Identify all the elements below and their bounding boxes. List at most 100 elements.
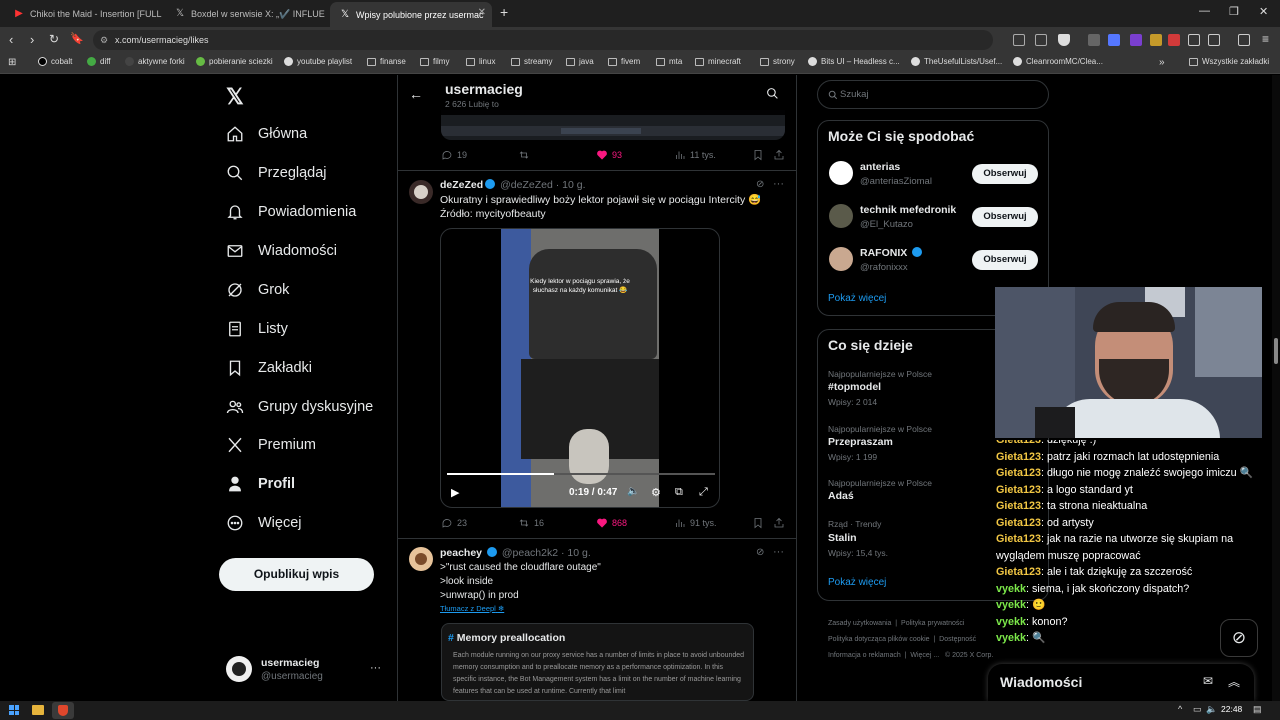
tab-boxdel[interactable]: 𝕏 Boxdel w serwisie X: „✔️ INFLUEN — [165, 3, 325, 25]
messages-drawer[interactable]: Wiadomości ✉ ︽ — [988, 664, 1254, 701]
post-author[interactable]: deZeZed — [440, 179, 483, 191]
post-handle[interactable]: @deZeZed — [500, 179, 553, 191]
close-tab-icon[interactable]: ✕ — [478, 7, 486, 18]
video-progress-track[interactable] — [447, 473, 715, 475]
sidebar-item-premium[interactable]: Premium — [226, 433, 316, 457]
bookmark-folder-java[interactable]: java — [566, 57, 594, 66]
wallet-icon[interactable] — [1238, 34, 1250, 46]
window-close-icon[interactable]: ✕ — [1259, 5, 1268, 18]
post-menu-icon[interactable]: ··· — [773, 546, 784, 558]
bookmark-bits-ui[interactable]: Bits UI – Headless c... — [808, 57, 900, 66]
new-tab-button[interactable]: + — [500, 5, 508, 19]
settings-icon[interactable]: ⚙ — [651, 486, 661, 499]
grok-icon[interactable]: ⊘ — [756, 179, 764, 190]
avatar[interactable] — [226, 656, 252, 682]
avatar[interactable] — [409, 547, 433, 571]
sidebar-item-lists[interactable]: Listy — [226, 317, 288, 341]
bookmark-aktywne-forki[interactable]: aktywne forki — [125, 57, 185, 66]
sidebar-item-more[interactable]: Więcej — [226, 511, 302, 535]
search-input[interactable]: Szukaj — [817, 80, 1049, 109]
sidebar-item-notifications[interactable]: Powiadomienia — [226, 200, 356, 224]
fullscreen-icon[interactable]: ⤢ — [699, 486, 708, 499]
suggest-name[interactable]: technik mefedronik — [860, 204, 956, 216]
bookmark-folder-finanse[interactable]: finanse — [367, 57, 406, 66]
back-icon[interactable]: ‹ — [9, 33, 13, 46]
tray-chevron-icon[interactable]: ^ — [1178, 704, 1182, 714]
account-menu-icon[interactable]: ··· — [370, 662, 381, 674]
footer-link[interactable]: Polityka dotycząca plików cookie — [828, 636, 930, 643]
repost-button[interactable]: 16 — [518, 517, 544, 529]
sidebar-item-profile[interactable]: Profil — [226, 472, 295, 496]
reload-icon[interactable]: ↻ — [49, 33, 59, 46]
cast-icon[interactable] — [1013, 34, 1025, 46]
reply-button[interactable]: 19 — [441, 149, 467, 161]
suggest-name[interactable]: anterias — [860, 161, 900, 173]
footer-link[interactable]: Więcej ... — [910, 652, 939, 659]
avatar[interactable] — [829, 247, 853, 271]
extension-icon[interactable] — [1150, 34, 1162, 46]
notification-icon[interactable]: ▤ — [1253, 704, 1262, 715]
sidebar-item-explore[interactable]: Przeglądaj — [226, 161, 327, 185]
url-bar[interactable]: ⚙ x.com/usermacieg/likes — [93, 30, 993, 50]
share-icon[interactable] — [773, 149, 785, 161]
views-button[interactable]: 91 tys. — [674, 517, 717, 529]
video-player[interactable]: Kiedy lektor w pociągu sprawia, że słuch… — [440, 228, 720, 508]
footer-link[interactable]: Polityka prywatności — [901, 620, 964, 627]
page-scrollbar[interactable] — [1272, 75, 1280, 701]
trends-show-more-link[interactable]: Pokaż więcej — [828, 577, 886, 588]
post-author[interactable]: peachey — [440, 547, 482, 559]
trend-name[interactable]: Przepraszam — [828, 436, 893, 448]
sidebar-icon[interactable] — [1208, 34, 1220, 46]
scrollbar-thumb[interactable] — [1274, 338, 1278, 364]
bookmark-cleanroom[interactable]: CleanroomMC/Clea... — [1013, 57, 1103, 66]
like-button[interactable]: 868 — [596, 517, 627, 529]
bookmark-folder-filmy[interactable]: filmy — [420, 57, 449, 66]
bookmark-folder-linux[interactable]: linux — [466, 57, 495, 66]
trend-name[interactable]: Adaś — [828, 490, 854, 502]
repost-button[interactable] — [518, 149, 534, 161]
post-time[interactable]: · 10 g. — [556, 179, 586, 191]
like-button[interactable]: 93 — [596, 149, 622, 161]
bookmark-pobieranie[interactable]: pobieranie sciezki — [196, 57, 273, 66]
minimize-icon[interactable]: — — [1199, 5, 1210, 17]
pip-icon[interactable]: ⧉ — [675, 486, 683, 499]
views-button[interactable]: 11 tys. — [674, 149, 716, 161]
site-info-icon[interactable]: ⚙ — [100, 30, 108, 50]
avatar[interactable] — [829, 204, 853, 228]
volume-icon[interactable]: 🔈 — [627, 486, 639, 497]
extension-icon[interactable] — [1168, 34, 1180, 46]
share-icon[interactable] — [773, 517, 785, 529]
bookmark-cobalt[interactable]: cobalt — [38, 57, 72, 66]
bookmark-folder-fivem[interactable]: fivem — [608, 57, 640, 66]
embedded-image[interactable]: # Memory preallocation Each module runni… — [441, 623, 754, 701]
share-icon[interactable] — [1035, 34, 1047, 46]
brave-shield-icon[interactable] — [1058, 34, 1070, 46]
bookmark-youtube-playlist[interactable]: youtube playlist — [284, 57, 352, 66]
post-menu-icon[interactable]: ··· — [773, 178, 784, 190]
all-bookmarks-folder[interactable]: Wszystkie zakładki — [1189, 57, 1269, 66]
restore-icon[interactable]: ❐ — [1229, 5, 1239, 18]
sidebar-item-grok[interactable]: Grok — [226, 278, 289, 302]
extension-icon[interactable] — [1088, 34, 1100, 46]
more-bookmarks-icon[interactable]: » — [1159, 57, 1165, 68]
follow-button[interactable]: Obserwuj — [972, 250, 1038, 270]
forward-icon[interactable]: › — [30, 33, 34, 46]
bookmark-folder-streamy[interactable]: streamy — [511, 57, 552, 66]
file-explorer-icon[interactable] — [32, 705, 44, 715]
network-icon[interactable]: ▭ — [1193, 704, 1202, 715]
post-time[interactable]: · 10 g. — [561, 547, 591, 559]
bookmark-icon[interactable] — [752, 149, 764, 161]
follow-button[interactable]: Obserwuj — [972, 207, 1038, 227]
bookmark-page-icon[interactable]: 🔖 — [70, 33, 84, 46]
menu-icon[interactable]: ≡ — [1262, 32, 1269, 46]
extension-icon[interactable] — [1108, 34, 1120, 46]
suggest-name[interactable]: RAFONIX — [860, 247, 907, 259]
post-handle[interactable]: @peach2k2 — [502, 547, 558, 559]
avatar[interactable] — [409, 180, 433, 204]
show-more-link[interactable]: Pokaż więcej — [828, 293, 886, 304]
bookmark-diff[interactable]: diff — [87, 57, 111, 66]
translate-link[interactable]: Tłumacz z Deepl ❄ — [440, 604, 504, 613]
bookmark-icon[interactable] — [752, 517, 764, 529]
grok-float-button[interactable]: ⊘ — [1220, 619, 1258, 657]
extension-icon[interactable] — [1130, 34, 1142, 46]
